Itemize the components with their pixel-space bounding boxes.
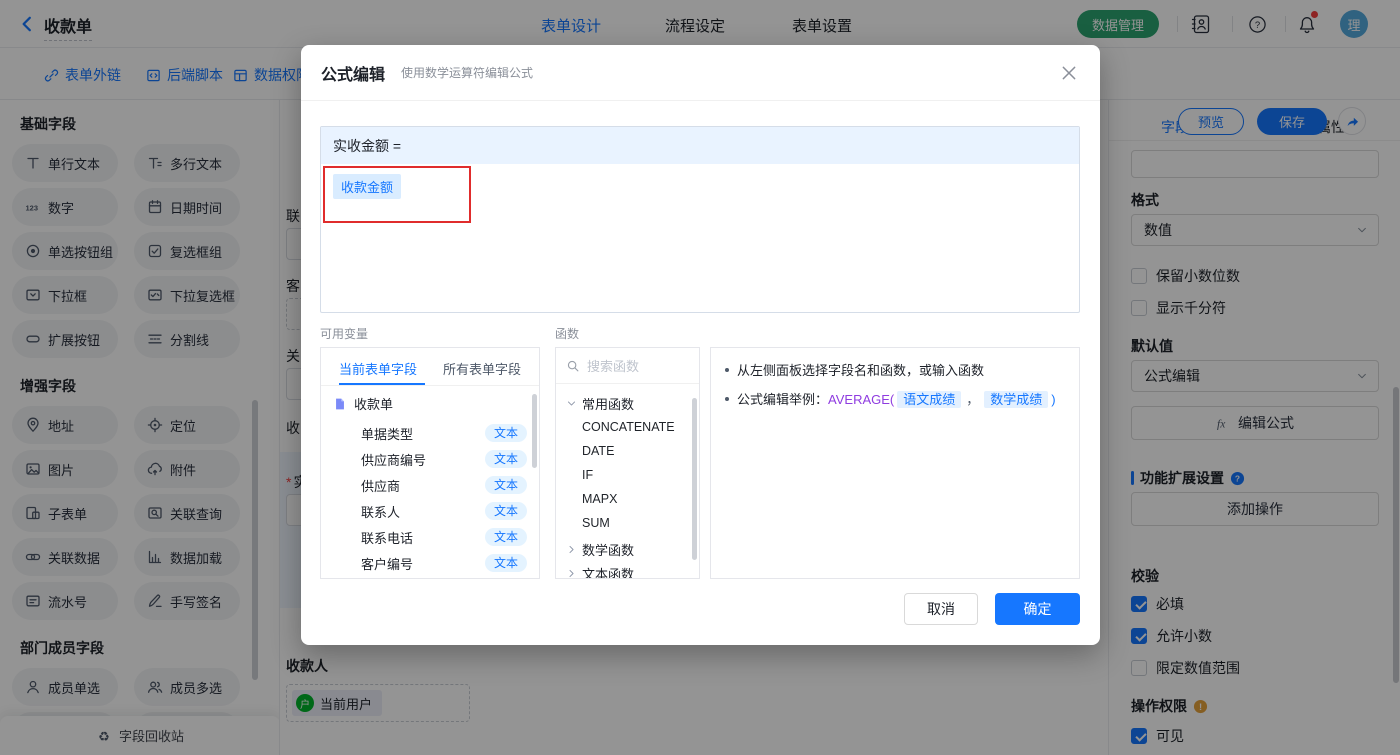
example-field-chip: 语文成绩 (897, 391, 962, 408)
help-tip: 从左侧面板选择字段名和函数，或输入函数 (725, 361, 1065, 381)
variable-name: 联系人 (361, 504, 401, 520)
variable-row[interactable]: 客户编号 文本 (361, 550, 527, 576)
formula-help-panel: 从左侧面板选择字段名和函数，或输入函数 公式编辑举例：AVERAGE(语文成绩 ，… (710, 347, 1080, 579)
formula-target: 实收金额 = (321, 127, 1079, 164)
form-file-icon (333, 397, 347, 411)
functions-label: 函数 (555, 327, 580, 341)
formula-editor[interactable]: 实收金额 = 收款金额 (320, 126, 1080, 313)
function-item[interactable]: IF (582, 468, 593, 482)
variable-name: 联系电话 (361, 530, 414, 546)
variables-scrollbar[interactable] (532, 394, 537, 468)
type-badge: 文本 (484, 476, 527, 494)
variables-tabs: 当前表单字段 所有表单字段 (321, 348, 539, 386)
variable-name: 供应商编号 (361, 452, 427, 468)
function-item[interactable]: MAPX (582, 492, 617, 506)
modal-title: 公式编辑 (321, 66, 386, 84)
function-item[interactable]: SUM (582, 516, 610, 530)
variable-row[interactable]: 单据类型 文本 (361, 420, 527, 446)
chevron-down-icon (566, 398, 577, 409)
variable-row[interactable]: 联系电话 文本 (361, 524, 527, 550)
example-prefix: 公式编辑举例： (737, 392, 829, 407)
variables-label: 可用变量 (320, 327, 369, 341)
example-close-paren: ) (1051, 392, 1056, 407)
cancel-button[interactable]: 取消 (904, 593, 978, 625)
example-function: AVERAGE( (828, 392, 895, 407)
functions-scrollbar[interactable] (692, 398, 697, 560)
tab-all-form-fields[interactable]: 所有表单字段 (443, 359, 521, 378)
type-badge: 文本 (484, 554, 527, 572)
active-tab-underline (339, 383, 425, 385)
modal-subtitle: 使用数学运算符编辑公式 (401, 66, 534, 80)
type-badge: 文本 (484, 502, 527, 520)
type-badge: 文本 (484, 528, 527, 546)
function-search[interactable]: 搜索函数 (556, 348, 699, 384)
variables-panel: 当前表单字段 所有表单字段 收款单 单据类型 文本 供应商编号 文本 供应商 文本 联… (320, 347, 540, 579)
type-badge: 文本 (484, 424, 527, 442)
help-example-text: 公式编辑举例：AVERAGE(语文成绩 ， 数学成绩) (737, 390, 1056, 410)
variable-name: 供应商 (361, 478, 401, 494)
function-group-label: 文本函数 (582, 567, 635, 579)
help-tip-text: 从左侧面板选择字段名和函数，或输入函数 (737, 363, 985, 378)
tree-root-label: 收款单 (354, 397, 394, 412)
function-group-common[interactable]: 常用函数 (566, 394, 634, 413)
function-item[interactable]: DATE (582, 444, 614, 458)
type-badge: 文本 (484, 450, 527, 468)
formula-editor-modal: 公式编辑 使用数学运算符编辑公式 实收金额 = 收款金额 可用变量 函数 当前表… (301, 45, 1100, 645)
variable-row[interactable]: 供应商编号 文本 (361, 446, 527, 472)
modal-header: 公式编辑 使用数学运算符编辑公式 (301, 45, 1100, 101)
bullet (725, 368, 729, 372)
function-item[interactable]: CONCATENATE (582, 420, 675, 434)
function-group-math[interactable]: 数学函数 (566, 540, 634, 559)
variable-row[interactable]: 供应商 文本 (361, 472, 527, 498)
variable-row[interactable]: 联系人 文本 (361, 498, 527, 524)
chevron-right-icon (566, 568, 577, 578)
search-placeholder: 搜索函数 (587, 359, 640, 374)
search-icon (566, 359, 580, 373)
formula-field-chip[interactable]: 收款金额 (333, 174, 402, 199)
variable-name: 客户编号 (361, 556, 414, 572)
functions-panel: 搜索函数 常用函数 CONCATENATE DATE IF MAPX SUM 数… (555, 347, 700, 579)
tab-current-form-fields[interactable]: 当前表单字段 (339, 359, 417, 378)
close-icon[interactable] (1060, 64, 1078, 82)
tree-root-form[interactable]: 收款单 (333, 394, 393, 413)
bullet (725, 397, 729, 401)
example-field-chip: 数学成绩 (984, 391, 1049, 408)
example-comma: ， (966, 392, 980, 407)
function-group-text[interactable]: 文本函数 (566, 564, 635, 579)
function-group-label: 常用函数 (582, 397, 635, 412)
variable-name: 单据类型 (361, 426, 414, 442)
help-example: 公式编辑举例：AVERAGE(语文成绩 ， 数学成绩) (725, 390, 1065, 410)
function-group-label: 数学函数 (582, 543, 635, 558)
chevron-right-icon (566, 544, 577, 555)
confirm-button[interactable]: 确定 (995, 593, 1080, 625)
